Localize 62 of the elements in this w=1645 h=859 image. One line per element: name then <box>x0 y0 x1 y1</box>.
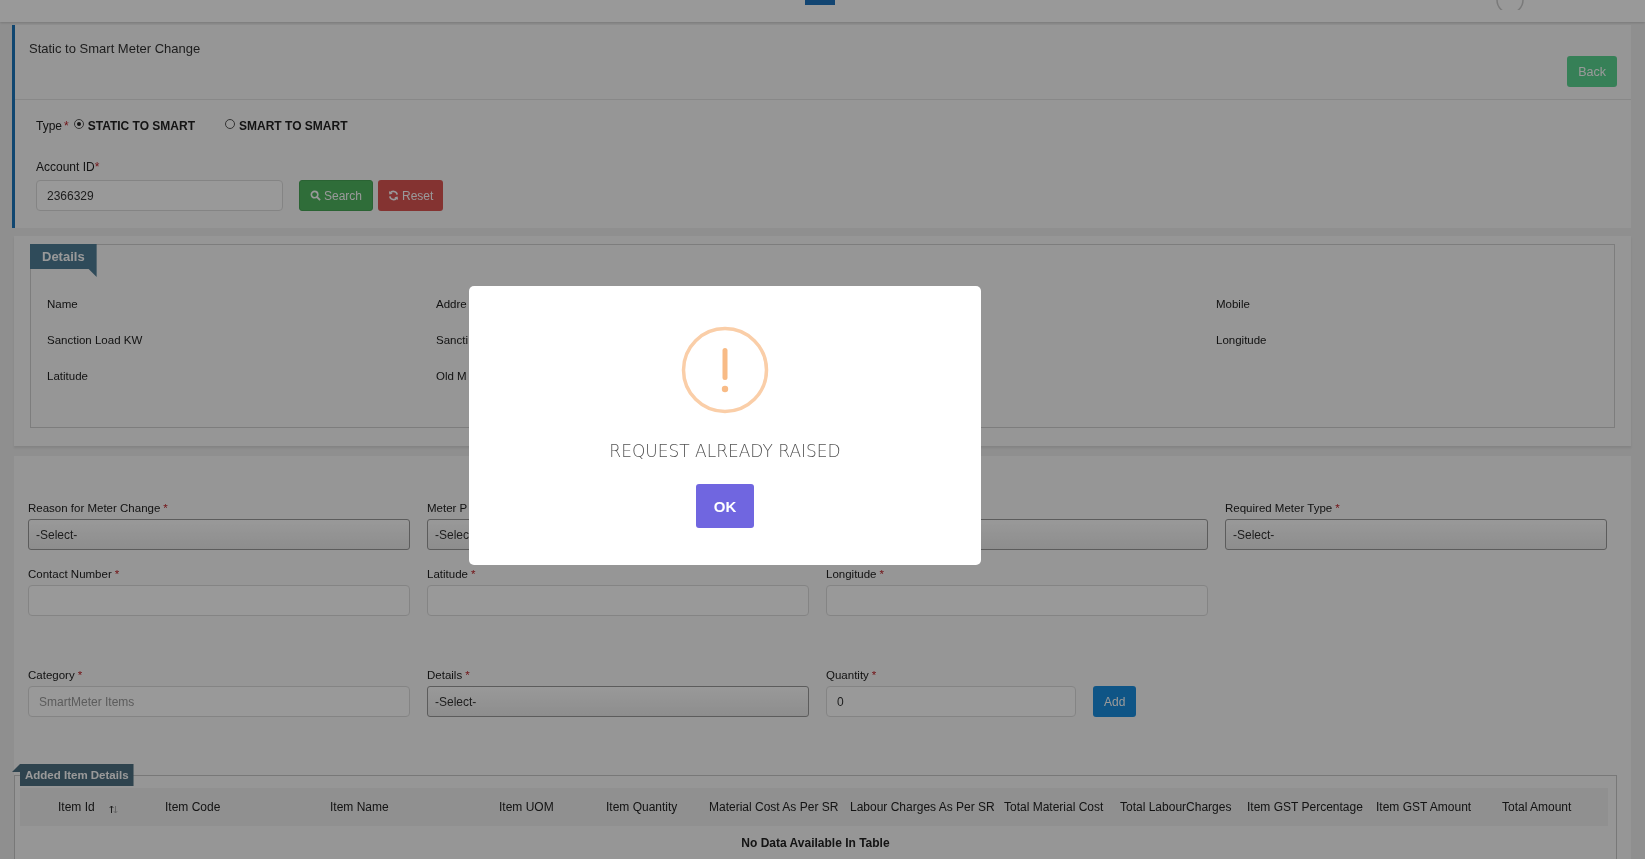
required-mark: * <box>77 669 83 681</box>
detail-label: Sancti <box>436 334 468 346</box>
field-label: Required Meter Type <box>1225 502 1333 514</box>
refresh-icon <box>388 190 400 201</box>
field-label: Latitude <box>427 568 468 580</box>
input-field[interactable]: 0 <box>826 686 1076 717</box>
section-tag: Added Item Details <box>12 764 134 786</box>
required-mark: * <box>465 669 470 681</box>
select-field[interactable]: -Select- <box>427 686 809 717</box>
detail-label: Longitude <box>1216 334 1267 346</box>
field-label: Details <box>427 669 463 681</box>
dialog-message: REQUEST ALREADY RAISED <box>609 441 841 461</box>
detail-label: Addre <box>436 298 467 310</box>
section-tag: Details <box>30 244 97 277</box>
detail-label: Old M <box>436 370 467 382</box>
detail-label: Latitude <box>47 370 88 382</box>
required-mark: * <box>1335 502 1340 514</box>
field-label: Contact Number <box>28 568 112 580</box>
ok-button[interactable]: OK <box>696 484 754 528</box>
column-header[interactable]: Item UOM <box>499 800 554 814</box>
logo-icon <box>805 0 835 6</box>
required-mark: * <box>114 568 120 580</box>
column-header[interactable]: Item GST Percentage <box>1247 800 1363 814</box>
select-field[interactable]: -Select- <box>1225 519 1607 550</box>
column-header[interactable]: Item GST Amount <box>1376 800 1472 814</box>
required-mark: * <box>871 669 877 681</box>
field-label: Type <box>36 119 62 133</box>
account-id-field[interactable]: 2366329 <box>36 180 283 211</box>
search-icon <box>310 190 321 201</box>
detail-label: Sanction Load KW <box>47 334 143 346</box>
radio-button[interactable] <box>225 119 235 129</box>
required-mark: * <box>470 568 476 580</box>
required-mark: * <box>163 502 168 514</box>
select-field[interactable]: -Select- <box>28 519 410 550</box>
column-header[interactable]: Material Cost As Per SR <box>709 800 839 814</box>
column-header[interactable]: Item Id <box>58 800 95 814</box>
required-mark: * <box>879 568 884 580</box>
detail-label: Mobile <box>1216 298 1250 310</box>
column-header[interactable]: Item Quantity <box>606 800 678 814</box>
field-label: Reason for Meter Change <box>28 502 161 514</box>
column-header[interactable]: Item Name <box>330 800 389 814</box>
required-mark: * <box>64 119 69 133</box>
warning-icon <box>681 326 769 414</box>
column-header[interactable]: Labour Charges As Per SR <box>850 800 995 814</box>
detail-label: Name <box>47 298 78 310</box>
field-label: Meter P <box>427 502 468 514</box>
page-title: Static to Smart Meter Change <box>29 41 201 57</box>
radio-button[interactable] <box>73 119 84 129</box>
sort-icon[interactable] <box>108 804 118 814</box>
field-label: Category <box>28 669 75 681</box>
column-header[interactable]: Total Material Cost <box>1004 800 1104 814</box>
column-header[interactable]: Item Code <box>165 800 221 814</box>
field-label: Account ID <box>36 160 95 174</box>
radio-label: STATIC TO SMART <box>87 119 195 133</box>
field-label: Quantity <box>826 669 869 681</box>
column-header[interactable]: Total Amount <box>1502 800 1572 814</box>
field-label: Longitude <box>826 568 877 580</box>
required-mark: * <box>94 160 100 174</box>
input-field[interactable]: SmartMeter Items <box>28 686 410 717</box>
radio-label: SMART TO SMART <box>239 119 348 133</box>
empty-table-message: No Data Available In Table <box>740 836 891 850</box>
column-header[interactable]: Total LabourCharges <box>1120 800 1232 814</box>
